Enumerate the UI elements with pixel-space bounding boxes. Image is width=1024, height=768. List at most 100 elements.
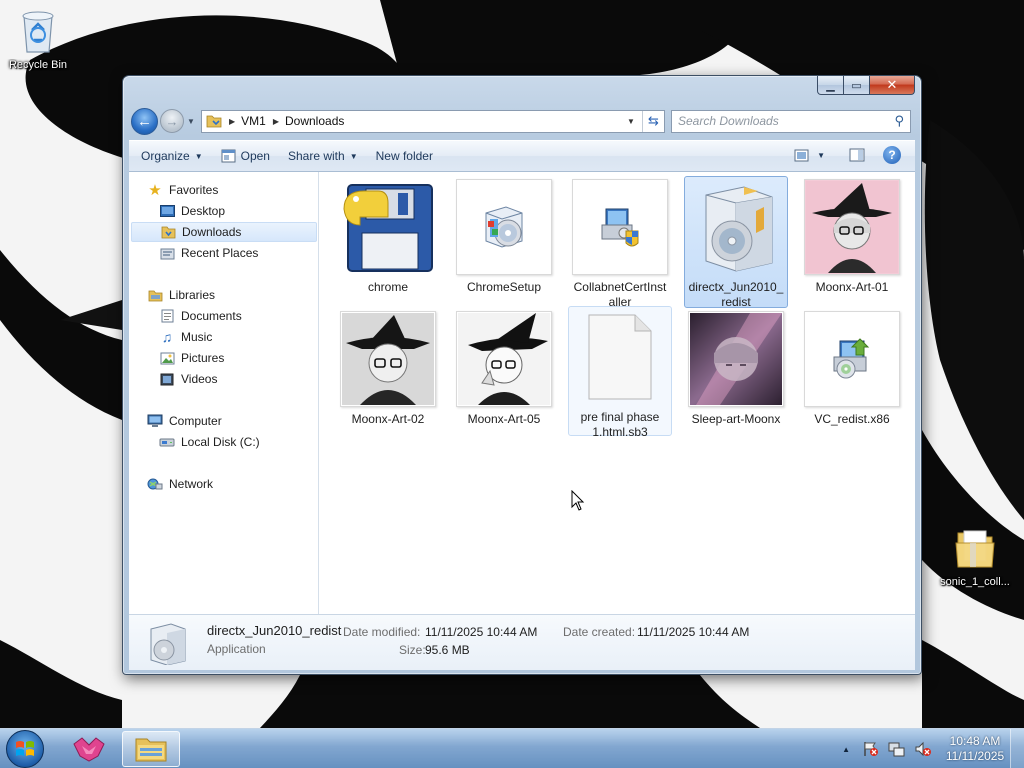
view-controls: ▼ ?	[794, 146, 901, 164]
python-floppy-icon	[340, 179, 436, 275]
breadcrumb-label: VM1	[241, 114, 266, 128]
file-item-moonx-art-01[interactable]: Moonx-Art-01	[800, 176, 904, 308]
open-app-icon	[221, 149, 236, 163]
nav-label: Videos	[181, 372, 218, 386]
size-value: 95.6 MB	[425, 643, 470, 657]
art-thumbnail	[456, 311, 552, 407]
close-button[interactable]: ✕	[870, 76, 915, 95]
file-name: pre final phase 1.html.sb3	[580, 410, 660, 439]
nav-libraries[interactable]: Libraries	[131, 285, 317, 305]
taskbar-pinned-app[interactable]	[60, 731, 118, 767]
new-folder-button[interactable]: New folder	[376, 149, 433, 163]
explorer-window: ▁ ▭ ✕ ← → ▼ ▶ VM1 ▶ Downloads ▼ ⇆ Search…	[122, 75, 922, 675]
nav-label: Computer	[169, 414, 222, 428]
search-input[interactable]: Search Downloads ⚲	[671, 109, 911, 133]
details-file-name: directx_Jun2010_redist	[207, 623, 342, 638]
details-pane: directx_Jun2010_redist Application Date …	[129, 614, 915, 670]
search-icon: ⚲	[894, 113, 904, 128]
folder-icon	[955, 530, 995, 568]
network-icon	[147, 476, 163, 492]
recent-pages-dropdown[interactable]: ▼	[185, 117, 197, 126]
nav-downloads[interactable]: Downloads	[131, 222, 317, 242]
address-history-dropdown[interactable]: ▼	[622, 111, 640, 132]
action-center-flag-icon[interactable]	[862, 741, 880, 757]
help-button[interactable]: ?	[883, 146, 901, 164]
nav-music[interactable]: ♫ Music	[131, 327, 317, 347]
minimize-button[interactable]: ▁	[817, 76, 844, 95]
file-name: chrome	[367, 280, 408, 294]
navigation-pane: ★ Favorites Desktop Downloads Recent Pla…	[129, 172, 319, 614]
show-desktop-button[interactable]	[1010, 729, 1024, 768]
breadcrumb-separator[interactable]: ▶	[273, 117, 285, 126]
refresh-button[interactable]: ⇆	[642, 110, 664, 132]
new-folder-label: New folder	[375, 149, 433, 163]
view-options-dropdown[interactable]: ▼	[817, 151, 825, 160]
system-tray: ▲ 10:48 AM 11/11/2025	[842, 729, 1024, 768]
file-item-chromesetup[interactable]: ChromeSetup	[452, 176, 556, 308]
art-thumbnail	[688, 311, 784, 407]
nav-local-disk[interactable]: Local Disk (C:)	[131, 432, 317, 452]
back-arrow-icon: ←	[137, 112, 152, 130]
caption-buttons: ▁ ▭ ✕	[817, 76, 915, 95]
breadcrumb-downloads[interactable]: Downloads	[285, 114, 344, 128]
file-name: Sleep-art-Moonx	[691, 412, 781, 426]
nav-network[interactable]: Network	[131, 474, 317, 494]
nav-desktop[interactable]: Desktop	[131, 201, 317, 221]
close-icon: ✕	[886, 77, 898, 92]
nav-videos[interactable]: Videos	[131, 369, 317, 389]
folder-icon	[206, 115, 222, 127]
size-label: Size:	[399, 643, 426, 657]
nav-documents[interactable]: Documents	[131, 306, 317, 326]
breadcrumb-root-arrow[interactable]: ▶	[229, 117, 241, 126]
file-item-directx-jun2010-redist[interactable]: directx_Jun2010_redist	[684, 176, 788, 309]
open-button[interactable]: Open	[221, 149, 270, 163]
desktop-icon-recycle-bin[interactable]: Recycle Bin	[0, 6, 78, 71]
file-item-vc-redist-x86[interactable]: VC_redist.x86	[800, 308, 904, 440]
open-label: Open	[240, 149, 270, 163]
breadcrumb-vm1[interactable]: VM1	[241, 114, 266, 128]
nav-pictures[interactable]: Pictures	[131, 348, 317, 368]
file-item-sleep-art-moonx[interactable]: Sleep-art-Moonx	[684, 308, 788, 440]
recycle-bin-icon	[22, 11, 54, 53]
file-item-pre-final-phase[interactable]: pre final phase 1.html.sb3	[568, 306, 672, 439]
share-with-button[interactable]: Share with ▼	[288, 149, 358, 163]
forward-button[interactable]: →	[160, 109, 184, 133]
change-view-icon[interactable]	[794, 149, 809, 162]
details-file-type: Application	[207, 642, 266, 656]
nav-label: Downloads	[182, 225, 242, 239]
organize-label: Organize	[141, 149, 190, 163]
clock-time: 10:48 AM	[949, 734, 1001, 748]
maximize-button[interactable]: ▭	[844, 76, 870, 95]
organize-button[interactable]: Organize ▼	[141, 149, 203, 163]
file-item-moonx-art-02[interactable]: Moonx-Art-02	[336, 308, 440, 440]
uac-installer-icon	[572, 179, 668, 275]
network-status-icon[interactable]	[888, 741, 906, 757]
nav-favorites[interactable]: ★ Favorites	[131, 180, 317, 200]
nav-recent-places[interactable]: Recent Places	[131, 243, 317, 263]
pink-cube-app-icon	[73, 737, 105, 762]
window-body: ★ Favorites Desktop Downloads Recent Pla…	[129, 172, 915, 614]
preview-pane-icon[interactable]	[849, 148, 865, 162]
nav-label: Music	[181, 330, 213, 344]
volume-muted-icon[interactable]	[914, 741, 932, 757]
back-button[interactable]: ←	[131, 107, 158, 135]
nav-computer[interactable]: Computer	[131, 411, 317, 431]
chevron-down-icon: ▼	[349, 151, 358, 161]
software-box-icon	[688, 179, 784, 275]
file-item-moonx-art-05[interactable]: Moonx-Art-05	[452, 308, 556, 440]
file-item-collabnetcertinstaller[interactable]: CollabnetCertInstaller	[568, 176, 672, 309]
show-hidden-icons-button[interactable]: ▲	[842, 745, 850, 754]
clock[interactable]: 10:48 AM 11/11/2025	[940, 734, 1010, 764]
address-bar[interactable]: ▶ VM1 ▶ Downloads ▼ ⇆	[201, 109, 665, 133]
taskbar-explorer-button[interactable]	[122, 731, 180, 767]
start-button[interactable]	[6, 730, 44, 768]
desktop-icon-sonic-folder[interactable]: sonic_1_coll...	[935, 525, 1015, 588]
file-name: ChromeSetup	[466, 280, 542, 294]
windows-logo-icon	[16, 741, 34, 756]
desktop-icon-label: Recycle Bin	[8, 59, 68, 71]
documents-icon	[159, 308, 175, 324]
file-item-chrome[interactable]: chrome	[336, 176, 440, 308]
nav-label: Local Disk (C:)	[181, 435, 260, 449]
chevron-down-icon: ▼	[627, 116, 635, 126]
installer-icon	[456, 179, 552, 275]
